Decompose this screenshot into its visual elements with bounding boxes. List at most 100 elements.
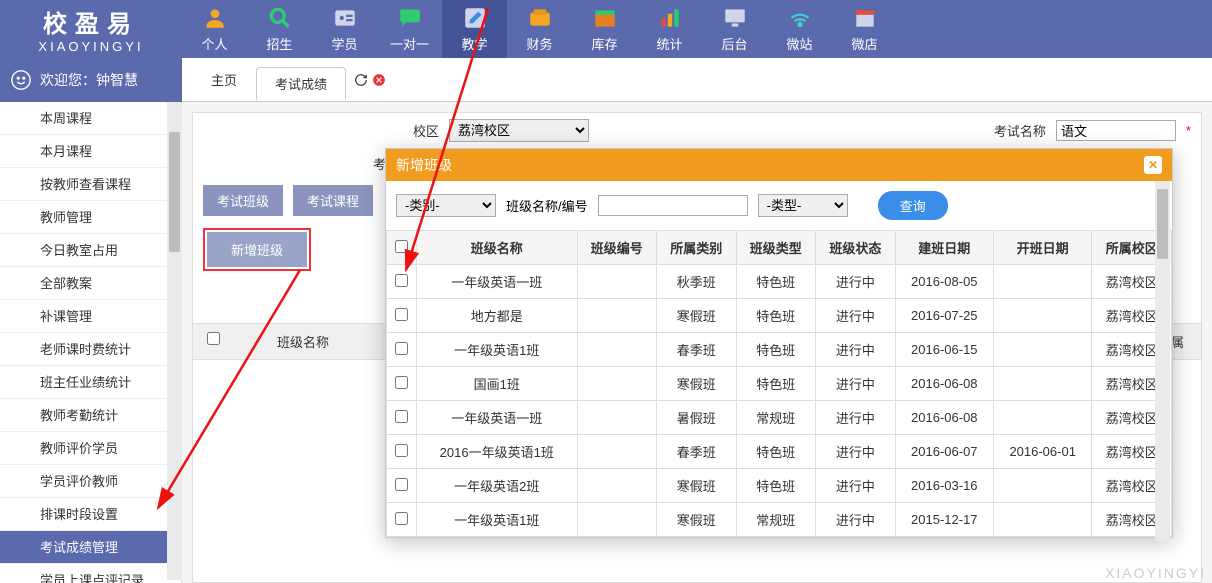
chart-icon xyxy=(657,5,683,31)
modal-title: 新增班级 xyxy=(396,155,452,175)
nav-item-1[interactable]: 招生 xyxy=(247,0,312,58)
table-row[interactable]: 一年级英语一班暑假班常规班进行中2016-06-08荔湾校区 xyxy=(387,401,1172,435)
sidebar-item-0[interactable]: 本周课程 xyxy=(0,102,181,135)
row-checkbox[interactable] xyxy=(395,342,408,355)
campus-select[interactable]: 荔湾校区 xyxy=(449,119,589,142)
table-row[interactable]: 一年级英语一班秋季班特色班进行中2016-08-05荔湾校区 xyxy=(387,265,1172,299)
cell-type: 特色班 xyxy=(736,265,816,299)
cell-status: 进行中 xyxy=(816,299,896,333)
cell-name: 一年级英语1班 xyxy=(417,503,578,537)
table-row[interactable]: 2016一年级英语1班春季班特色班进行中2016-06-072016-06-01… xyxy=(387,435,1172,469)
sidebar-item-4[interactable]: 今日教室占用 xyxy=(0,234,181,267)
modal-close-button[interactable]: ✕ xyxy=(1144,156,1162,174)
cell-type: 特色班 xyxy=(736,333,816,367)
modal-th-6: 开班日期 xyxy=(993,231,1091,265)
sidebar-item-3[interactable]: 教师管理 xyxy=(0,201,181,234)
modal-th-5: 建班日期 xyxy=(895,231,993,265)
tab-exam-scores[interactable]: 考试成绩 xyxy=(256,67,346,100)
sidebar-scrollbar[interactable] xyxy=(167,102,182,580)
wifi-icon xyxy=(787,5,813,31)
sidebar-item-8[interactable]: 班主任业绩统计 xyxy=(0,366,181,399)
nav-item-4[interactable]: 教学 xyxy=(442,0,507,58)
sidebar-item-2[interactable]: 按教师查看课程 xyxy=(0,168,181,201)
sidebar-item-14[interactable]: 学员上课点评记录 xyxy=(0,564,181,583)
modal-query-button[interactable]: 查询 xyxy=(878,191,948,220)
sidebar-item-7[interactable]: 老师课时费统计 xyxy=(0,333,181,366)
row-checkbox[interactable] xyxy=(395,410,408,423)
table-row[interactable]: 一年级英语1班春季班特色班进行中2016-06-15荔湾校区 xyxy=(387,333,1172,367)
cell-create: 2016-06-08 xyxy=(895,367,993,401)
row-checkbox[interactable] xyxy=(395,478,408,491)
cell-open xyxy=(993,469,1091,503)
nav-items: 个人招生学员一对一教学财务库存统计后台微站微店 xyxy=(182,0,1212,58)
cell-status: 进行中 xyxy=(816,333,896,367)
modal-scrollbar[interactable] xyxy=(1155,181,1170,541)
sidebar-item-10[interactable]: 教师评价学员 xyxy=(0,432,181,465)
bg-check-all[interactable] xyxy=(207,332,220,345)
nav-item-10[interactable]: 微店 xyxy=(832,0,897,58)
cell-type: 特色班 xyxy=(736,435,816,469)
row-checkbox[interactable] xyxy=(395,512,408,525)
row-checkbox[interactable] xyxy=(395,376,408,389)
sidebar-item-1[interactable]: 本月课程 xyxy=(0,135,181,168)
cell-type: 特色班 xyxy=(736,469,816,503)
table-row[interactable]: 一年级英语1班寒假班常规班进行中2015-12-17荔湾校区 xyxy=(387,503,1172,537)
monitor-icon xyxy=(722,5,748,31)
modal-check-all[interactable] xyxy=(395,240,408,253)
nav-item-5[interactable]: 财务 xyxy=(507,0,572,58)
modal-th-1: 班级编号 xyxy=(577,231,657,265)
cell-cat: 暑假班 xyxy=(657,401,737,435)
cell-code xyxy=(577,299,657,333)
sidebar-item-6[interactable]: 补课管理 xyxy=(0,300,181,333)
required-star: * xyxy=(1186,123,1191,138)
row-checkbox[interactable] xyxy=(395,308,408,321)
table-row[interactable]: 一年级英语2班寒假班特色班进行中2016-03-16荔湾校区 xyxy=(387,469,1172,503)
modal-name-input[interactable] xyxy=(598,195,748,216)
cell-name: 地方都是 xyxy=(417,299,578,333)
sidebar-item-11[interactable]: 学员评价教师 xyxy=(0,465,181,498)
modal-name-label: 班级名称/编号 xyxy=(506,196,588,215)
exam-course-button[interactable]: 考试课程 xyxy=(293,185,373,216)
nav-item-2[interactable]: 学员 xyxy=(312,0,377,58)
badge-icon xyxy=(332,5,358,31)
sidebar-item-12[interactable]: 排课时段设置 xyxy=(0,498,181,531)
wallet-icon xyxy=(527,5,553,31)
tab-home[interactable]: 主页 xyxy=(192,63,256,96)
modal-th-2: 所属类别 xyxy=(657,231,737,265)
cell-cat: 寒假班 xyxy=(657,503,737,537)
sidebar-item-5[interactable]: 全部教案 xyxy=(0,267,181,300)
cell-code xyxy=(577,401,657,435)
modal-category-select[interactable]: -类别- xyxy=(396,194,496,217)
shop-icon xyxy=(852,5,878,31)
exam-name-input[interactable] xyxy=(1056,120,1176,141)
modal-type-select[interactable]: -类型- xyxy=(758,194,848,217)
refresh-icon[interactable] xyxy=(354,73,368,87)
exam-class-button[interactable]: 考试班级 xyxy=(203,185,283,216)
nav-item-6[interactable]: 库存 xyxy=(572,0,637,58)
row-checkbox[interactable] xyxy=(395,444,408,457)
cell-status: 进行中 xyxy=(816,367,896,401)
nav-item-0[interactable]: 个人 xyxy=(182,0,247,58)
table-row[interactable]: 地方都是寒假班特色班进行中2016-07-25荔湾校区 xyxy=(387,299,1172,333)
nav-item-8[interactable]: 后台 xyxy=(702,0,767,58)
cell-create: 2016-07-25 xyxy=(895,299,993,333)
modal-th-0: 班级名称 xyxy=(417,231,578,265)
sidebar-item-13[interactable]: 考试成绩管理 xyxy=(0,531,181,564)
new-class-button[interactable]: 新增班级 xyxy=(207,232,307,267)
nav-item-3[interactable]: 一对一 xyxy=(377,0,442,58)
sidebar-item-9[interactable]: 教师考勤统计 xyxy=(0,399,181,432)
nav-item-9[interactable]: 微站 xyxy=(767,0,832,58)
bg-col-name: 班级名称 xyxy=(233,324,373,359)
row-checkbox[interactable] xyxy=(395,274,408,287)
top-nav: 校盈易 XIAOYINGYI 个人招生学员一对一教学财务库存统计后台微站微店 xyxy=(0,0,1212,58)
cell-code xyxy=(577,367,657,401)
nav-item-7[interactable]: 统计 xyxy=(637,0,702,58)
logo-en: XIAOYINGYI xyxy=(38,39,143,54)
cell-code xyxy=(577,265,657,299)
cell-open xyxy=(993,333,1091,367)
cell-create: 2016-06-15 xyxy=(895,333,993,367)
table-row[interactable]: 国画1班寒假班特色班进行中2016-06-08荔湾校区 xyxy=(387,367,1172,401)
close-tab-icon[interactable] xyxy=(372,73,386,87)
cell-code xyxy=(577,469,657,503)
cell-name: 一年级英语1班 xyxy=(417,333,578,367)
